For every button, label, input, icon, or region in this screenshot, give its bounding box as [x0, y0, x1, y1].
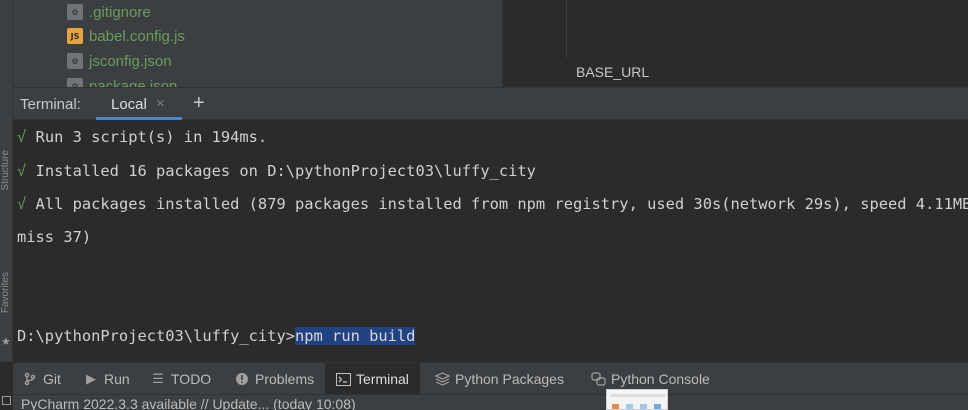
thumbnail-bar — [611, 394, 665, 397]
gear-file-icon: ⚙ — [67, 53, 83, 69]
gear-file-icon: ⚙ — [67, 78, 83, 87]
run-icon: ▶ — [86, 371, 96, 387]
update-notification[interactable]: PyCharm 2022.3.3 available // Update... … — [21, 395, 356, 410]
terminal-tab-local[interactable]: Local × — [96, 88, 182, 120]
editor-text: BASE_URL — [576, 64, 650, 80]
layout-toggle-icon[interactable] — [2, 396, 11, 405]
terminal-line: √ All packages installed (879 packages i… — [17, 195, 968, 213]
check-icon: √ — [17, 195, 27, 213]
tree-item-label: jsconfig.json — [89, 52, 172, 70]
python-console-icon — [590, 371, 606, 387]
tree-item-jsconfig[interactable]: ⚙ jsconfig.json — [67, 49, 172, 73]
favorites-tab[interactable]: Favorites — [0, 272, 13, 313]
terminal-tab-label: Local — [111, 96, 147, 113]
terminal-header: Terminal: Local × + — [13, 87, 968, 120]
tree-item-gitignore[interactable]: ⚙ .gitignore — [67, 0, 151, 24]
status-bar: PyCharm 2022.3.3 available // Update... … — [13, 394, 968, 410]
editor-area[interactable]: BASE_URL — [502, 0, 968, 87]
git-branch-icon — [22, 371, 38, 387]
terminal-output[interactable]: √ Run 3 script(s) in 194ms. √ Installed … — [13, 120, 968, 362]
star-icon: ★ — [1, 336, 11, 348]
tool-run-button[interactable]: ▶ Run — [83, 363, 130, 395]
structure-tab[interactable]: Structure — [0, 150, 13, 191]
terminal-line-wrap: miss 37) — [17, 228, 92, 246]
tree-item-label: .gitignore — [89, 3, 151, 21]
tool-python-packages-button[interactable]: Python Packages — [434, 363, 564, 395]
check-icon: √ — [17, 162, 27, 180]
js-file-icon: JS — [67, 28, 83, 44]
close-icon[interactable]: × — [156, 95, 165, 112]
project-tree: ⚙ .gitignore JS babel.config.js ⚙ jsconf… — [13, 0, 502, 87]
terminal-command[interactable]: npm run build — [294, 327, 416, 345]
left-tool-strip: Structure Favorites ★ — [0, 0, 13, 405]
tree-item-label: babel.config.js — [89, 27, 185, 45]
tool-terminal-button[interactable]: Terminal — [325, 363, 420, 395]
tool-git-button[interactable]: Git — [22, 363, 61, 395]
terminal-line: √ Run 3 script(s) in 194ms. — [17, 128, 268, 146]
tool-todo-button[interactable]: ☰ TODO — [150, 363, 211, 395]
tree-item-package-json[interactable]: ⚙ package.json — [67, 74, 177, 87]
thumbnail-dot — [626, 404, 633, 409]
thumbnail-dot — [654, 404, 661, 409]
thumbnail-dot — [612, 404, 619, 409]
terminal-line: √ Installed 16 packages on D:\pythonProj… — [17, 162, 536, 180]
editor-inner-pane — [566, 0, 968, 58]
problems-icon — [234, 371, 250, 387]
terminal-prompt-line: D:\pythonProject03\luffy_city>npm run bu… — [17, 327, 416, 345]
terminal-prompt: D:\pythonProject03\luffy_city> — [17, 327, 295, 345]
thumbnail-dot — [640, 404, 647, 409]
tree-item-babel-config[interactable]: JS babel.config.js — [67, 24, 185, 48]
tree-item-label: package.json — [89, 77, 178, 88]
tool-window-bar: Git ▶ Run ☰ TODO Problems Terminal Pytho… — [13, 362, 968, 395]
todo-icon: ☰ — [152, 371, 164, 387]
gear-file-icon: ⚙ — [67, 4, 83, 20]
window-thumbnail[interactable] — [606, 389, 668, 410]
check-icon: √ — [17, 128, 27, 146]
python-packages-icon — [434, 371, 450, 387]
tool-problems-button[interactable]: Problems — [234, 363, 314, 395]
terminal-icon — [335, 371, 351, 387]
terminal-title: Terminal: — [20, 96, 81, 113]
add-tab-icon[interactable]: + — [193, 92, 205, 115]
